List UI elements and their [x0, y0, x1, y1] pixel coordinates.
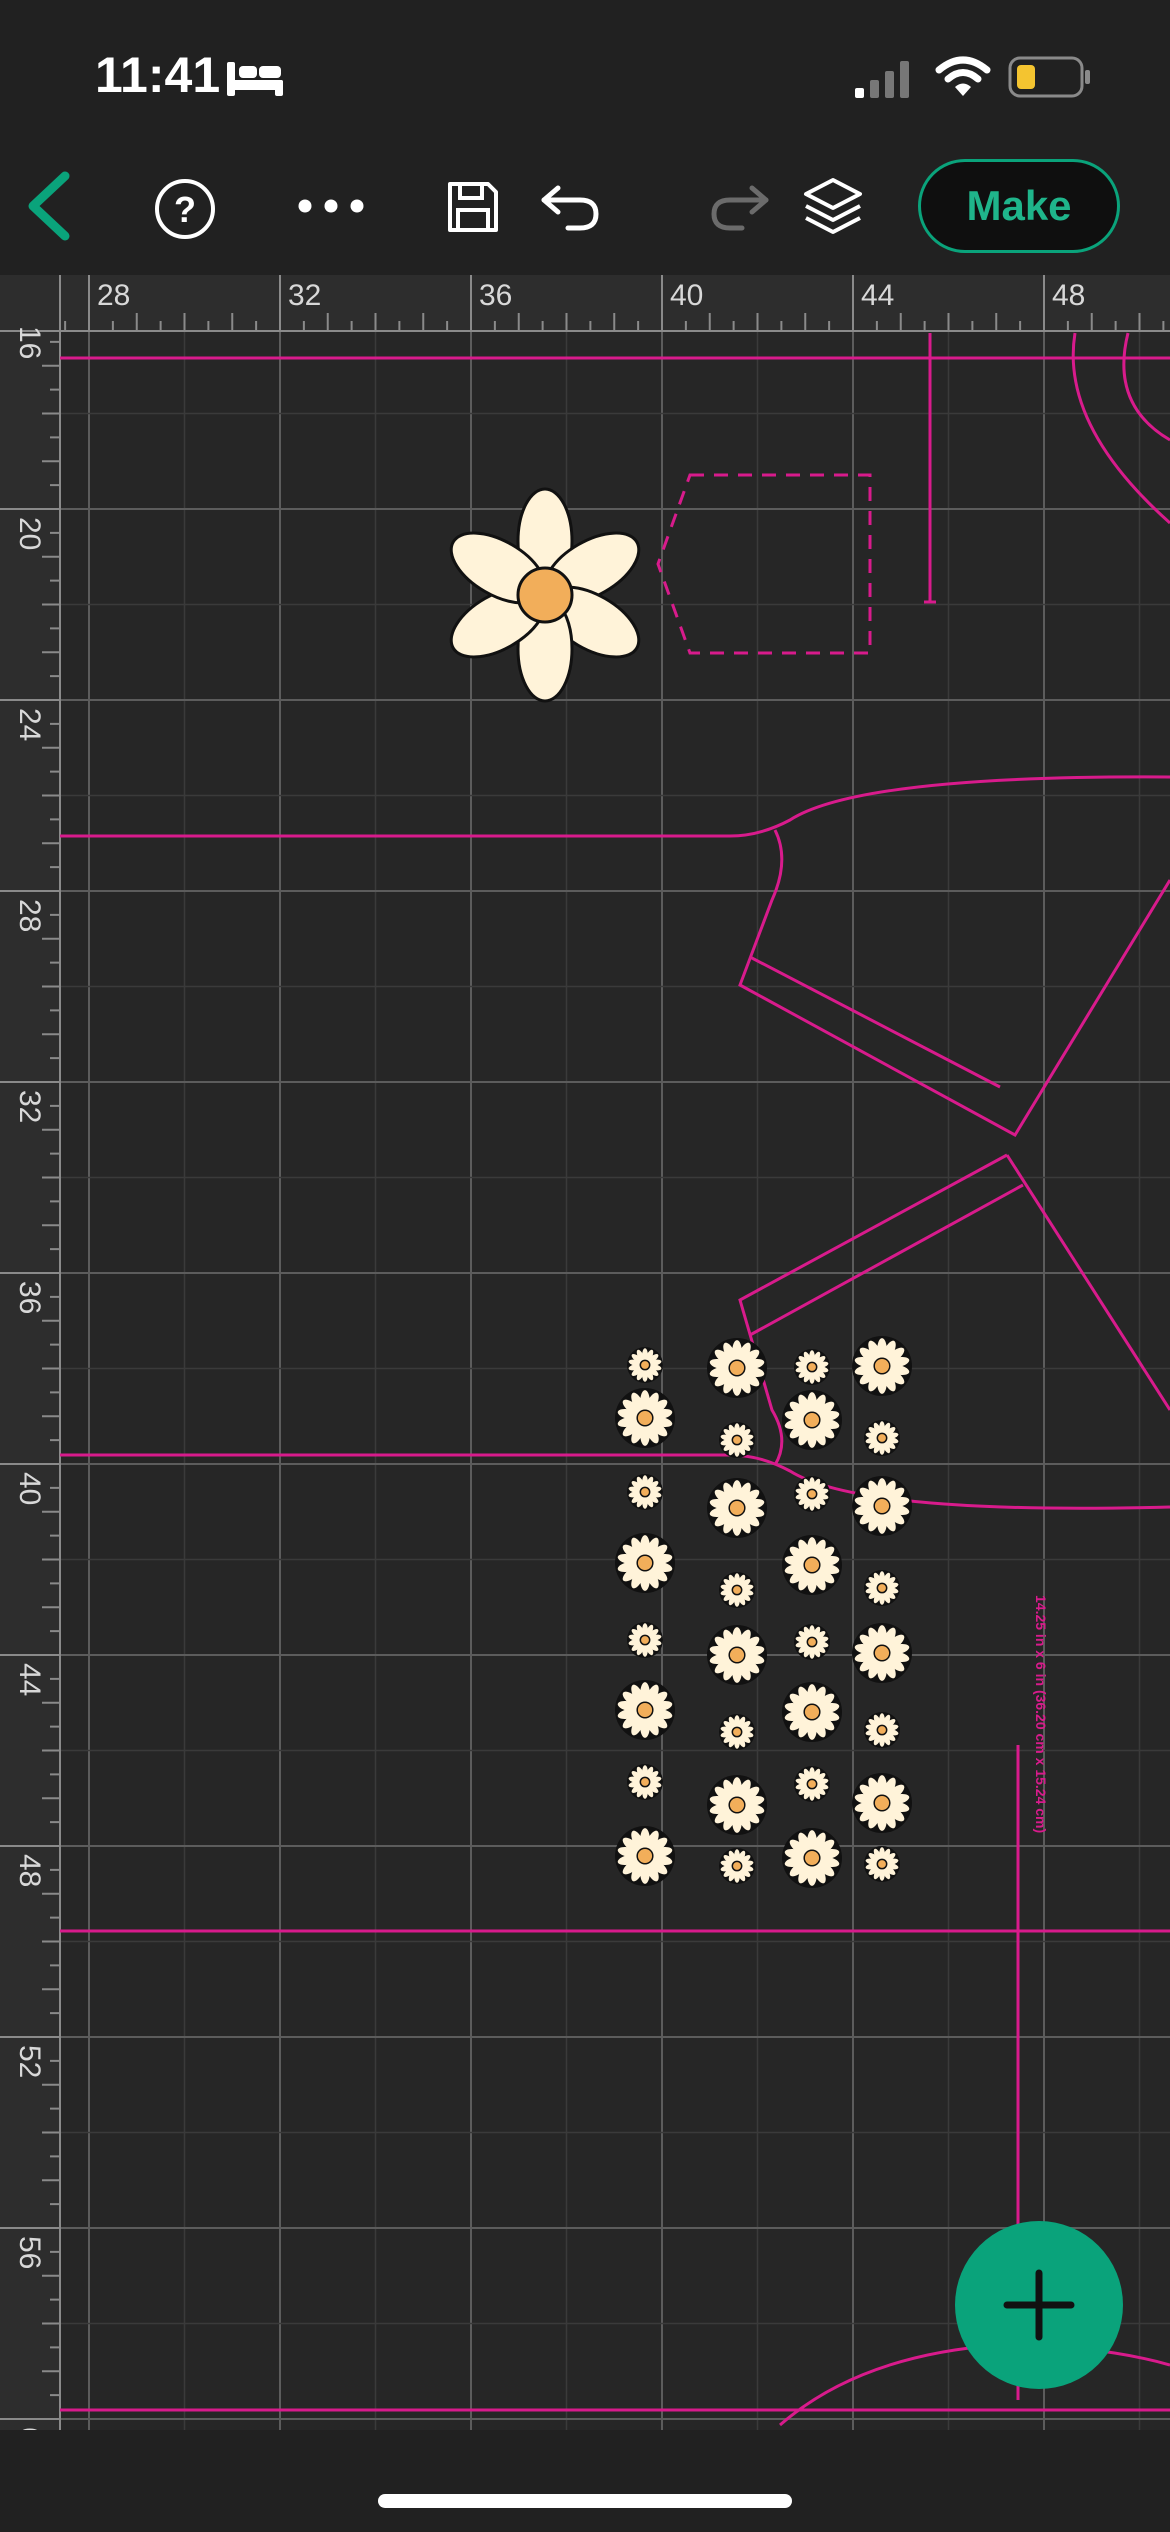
ruler-y-label: 56	[13, 2236, 46, 2269]
wifi-icon	[935, 56, 991, 103]
ruler-x-label: 44	[861, 279, 894, 312]
ruler-x-label: 32	[288, 279, 321, 312]
daisy-flower[interactable]	[852, 1336, 912, 1396]
save-button[interactable]	[446, 180, 500, 234]
more-button[interactable]	[296, 195, 366, 217]
svg-text:?: ?	[174, 189, 196, 230]
ruler-y-label: 16	[13, 326, 46, 359]
daisy-flower[interactable]	[615, 1533, 675, 1593]
more-dots-icon	[298, 199, 364, 213]
bed-icon	[225, 56, 285, 105]
help-circle-icon: ?	[155, 179, 215, 239]
design-canvas[interactable]: 283236404448 162024283236404448525660 14…	[0, 275, 1170, 2460]
daisy-flower[interactable]	[782, 1535, 842, 1595]
redo-icon	[711, 185, 769, 231]
cellular-signal-icon	[855, 58, 915, 103]
ruler-y-label: 20	[13, 517, 46, 550]
daisy-flower[interactable]	[794, 1624, 830, 1660]
ruler-y-label: 32	[13, 1090, 46, 1123]
daisy-flower[interactable]	[707, 1478, 767, 1538]
daisy-flower[interactable]	[615, 1680, 675, 1740]
status-bar: 11:41	[0, 0, 1170, 150]
ruler-y-label: 44	[13, 1663, 46, 1696]
ruler-x-label: 28	[97, 279, 130, 312]
daisy-flower[interactable]	[782, 1828, 842, 1888]
daisy-flower[interactable]	[627, 1764, 663, 1800]
save-icon	[448, 182, 498, 232]
layers-icon	[804, 178, 862, 234]
daisy-flower[interactable]	[864, 1420, 900, 1456]
daisy-flower[interactable]	[615, 1388, 675, 1448]
daisy-flower[interactable]	[852, 1773, 912, 1833]
ruler-left	[0, 275, 60, 2430]
daisy-flower[interactable]	[627, 1347, 663, 1383]
layers-button[interactable]	[802, 176, 864, 238]
redo-button[interactable]	[708, 182, 770, 232]
undo-icon	[541, 185, 599, 231]
daisy-flower[interactable]	[707, 1775, 767, 1835]
daisy-flower[interactable]	[852, 1623, 912, 1683]
ruler-x-label: 36	[479, 279, 512, 312]
daisy-flower[interactable]	[782, 1390, 842, 1450]
home-indicator	[378, 2494, 792, 2508]
undo-button[interactable]	[540, 182, 602, 232]
daisy-flower[interactable]	[782, 1682, 842, 1742]
plus-icon	[1003, 2269, 1075, 2341]
ruler-y-label: 28	[13, 899, 46, 932]
daisy-flower[interactable]	[719, 1848, 755, 1884]
daisy-flower[interactable]	[794, 1476, 830, 1512]
ruler-y-label: 36	[13, 1281, 46, 1314]
daisy-flower[interactable]	[719, 1714, 755, 1750]
status-time: 11:41	[95, 47, 221, 103]
bottom-bar	[0, 2430, 1170, 2532]
ruler-x-label: 48	[1052, 279, 1085, 312]
ruler-top	[0, 275, 1170, 331]
daisy-flower[interactable]	[794, 1349, 830, 1385]
daisy-flower[interactable]	[864, 1570, 900, 1606]
daisy-flower[interactable]	[852, 1476, 912, 1536]
daisy-flower[interactable]	[719, 1422, 755, 1458]
daisy-flower[interactable]	[627, 1474, 663, 1510]
dimension-label: 14.25 in x 6 in (36.20 cm x 15.24 cm)	[1033, 1595, 1049, 1833]
ruler-y-label: 52	[13, 2045, 46, 2078]
ruler-y-label: 48	[13, 1854, 46, 1887]
help-button[interactable]: ?	[153, 177, 217, 241]
daisy-flower[interactable]	[864, 1846, 900, 1882]
add-button[interactable]	[955, 2221, 1123, 2389]
daisy-flower[interactable]	[794, 1766, 830, 1802]
ruler-y-label: 40	[13, 1472, 46, 1505]
daisy-flower[interactable]	[864, 1712, 900, 1748]
chevron-left-icon	[28, 171, 70, 241]
battery-low-icon	[1008, 56, 1092, 103]
back-button[interactable]	[18, 170, 78, 242]
daisy-flower[interactable]	[627, 1622, 663, 1658]
ruler-y-label: 24	[13, 708, 46, 741]
canvas-svg[interactable]: 283236404448 162024283236404448525660 14…	[0, 275, 1170, 2460]
daisy-flower[interactable]	[719, 1572, 755, 1608]
daisy-flower[interactable]	[707, 1338, 767, 1398]
daisy-flower[interactable]	[707, 1625, 767, 1685]
make-button[interactable]: Make	[918, 159, 1120, 253]
daisy-flower[interactable]	[615, 1826, 675, 1886]
ruler-x-label: 40	[670, 279, 703, 312]
